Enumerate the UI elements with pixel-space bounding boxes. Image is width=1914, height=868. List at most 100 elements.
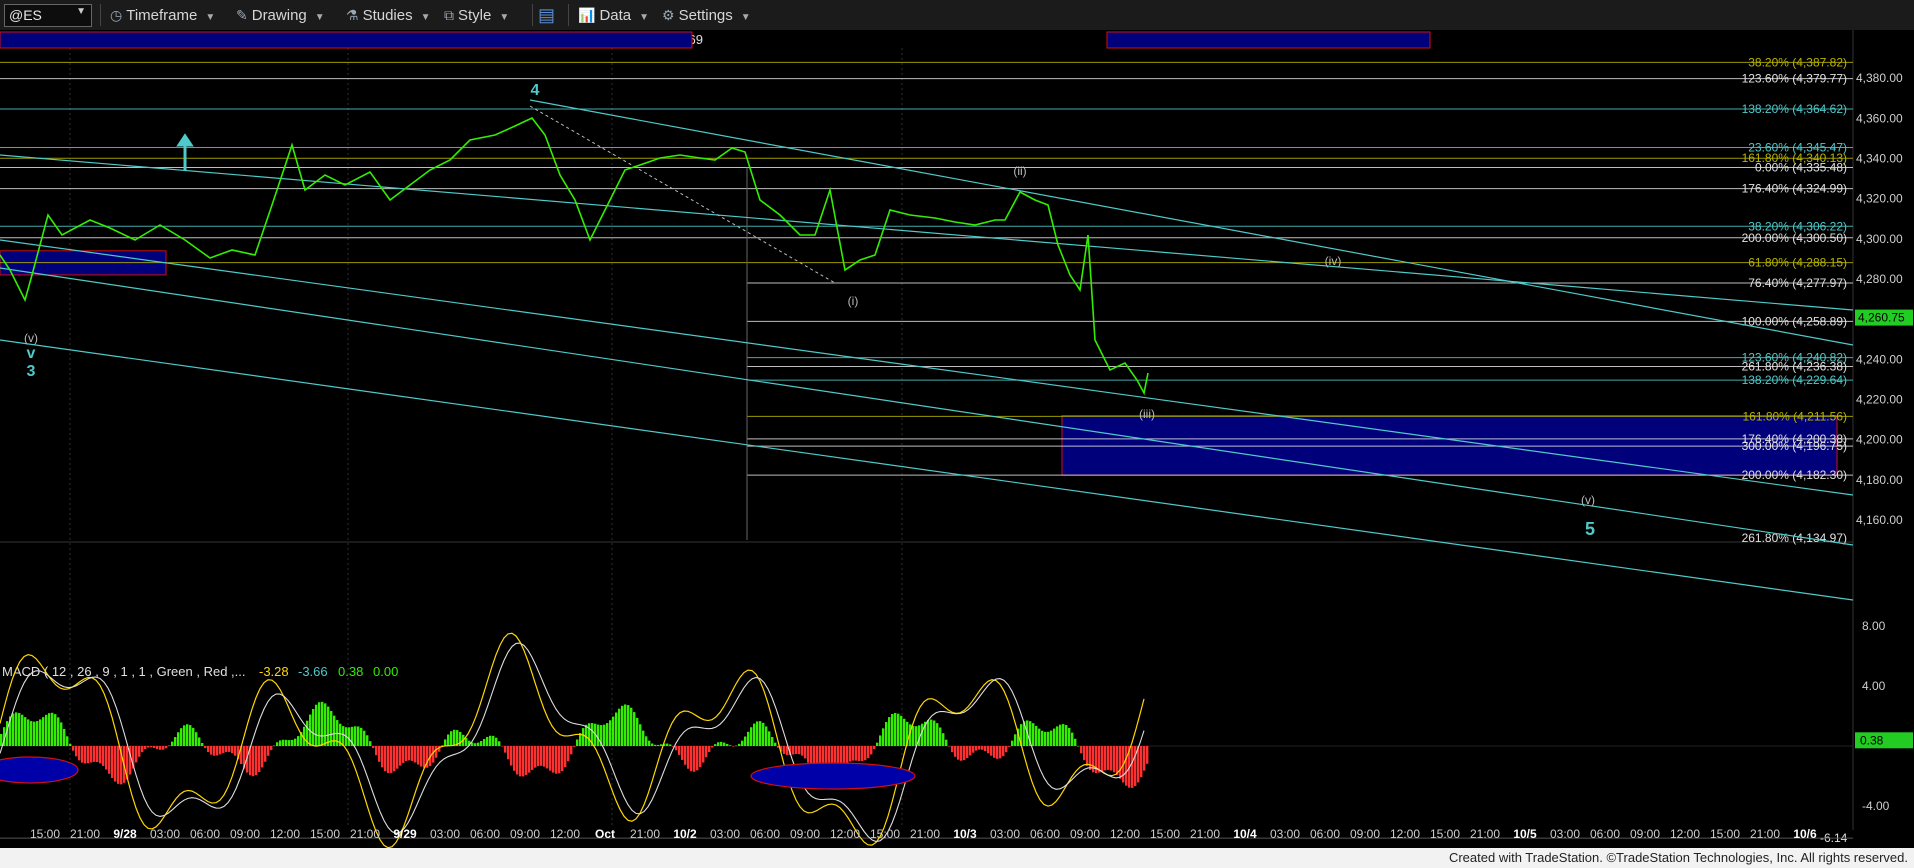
macd-histogram-bar: [501, 746, 504, 747]
macd-histogram-bar: [321, 701, 324, 746]
macd-histogram-bar: [255, 746, 258, 776]
macd-histogram-bar: [375, 746, 378, 756]
macd-histogram-bar: [39, 719, 42, 746]
macd-histogram-bar: [294, 738, 297, 746]
macd-value: -3.28: [259, 664, 289, 679]
macd-histogram-bar: [102, 746, 105, 766]
time-axis-tick: 21:00: [1190, 827, 1220, 841]
macd-histogram-bar: [108, 746, 111, 774]
price-axis-tick: 4,360.00: [1856, 111, 1903, 125]
time-axis-tick: 12:00: [1670, 827, 1700, 841]
macd-histogram-bar: [288, 740, 291, 746]
price-axis-tick: 4,200.00: [1856, 433, 1903, 447]
time-axis-tick: 03:00: [1270, 827, 1300, 841]
macd-histogram-bar: [681, 746, 684, 760]
macd-histogram-bar: [186, 724, 189, 746]
price-axis-tick: 4,380.00: [1856, 71, 1903, 85]
macd-histogram-bar: [90, 746, 93, 763]
data-button[interactable]: 📊 Data ▼: [578, 4, 649, 26]
macd-histogram-bar: [576, 739, 579, 746]
macd-histogram-bar: [969, 746, 972, 756]
macd-label: MACD ( 12 , 26 , 9 , 1 , 1 , Green , Red…: [2, 664, 246, 679]
macd-histogram-bar: [261, 746, 264, 768]
wave-label: 4: [531, 82, 540, 99]
macd-histogram-bar: [447, 734, 450, 746]
studies-button[interactable]: ⚗ Studies ▼: [346, 4, 431, 26]
settings-button[interactable]: ⚙ Settings ▼: [662, 4, 751, 26]
macd-histogram-bar: [1101, 746, 1104, 772]
fib-level-label: 61.80% (4,288.15): [1748, 256, 1847, 270]
macd-histogram-bar: [222, 746, 225, 753]
current-price-label: 4,260.75: [1858, 311, 1905, 325]
macd-histogram-bar: [1107, 746, 1110, 770]
macd-hist-value: 0.38: [1860, 733, 1884, 747]
macd-histogram-bar: [135, 746, 138, 763]
macd-histogram-bar: [738, 743, 741, 746]
macd-histogram-bar: [588, 723, 591, 746]
macd-histogram-bar: [63, 728, 66, 746]
macd-histogram-bar: [210, 746, 213, 755]
price-chart[interactable]: @ES - 5 min CME L=4,260.75 -63.50 -1.47%…: [0, 30, 1914, 868]
symbol-input[interactable]: [5, 5, 73, 24]
macd-histogram-bar: [513, 746, 516, 771]
macd-histogram-bar: [366, 735, 369, 746]
wave-label: 5: [1585, 519, 1595, 539]
time-axis-tick: 03:00: [710, 827, 740, 841]
macd-histogram-bar: [693, 746, 696, 772]
symbol-selector[interactable]: ▼: [4, 4, 92, 27]
time-axis-tick: 03:00: [990, 827, 1020, 841]
wave-label: (iv): [1325, 254, 1342, 268]
macd-histogram-bar: [750, 727, 753, 746]
macd-divergence-ellipse: [750, 762, 916, 790]
macd-histogram-bar: [96, 746, 99, 763]
macd-histogram-bar: [612, 716, 615, 746]
macd-histogram-bar: [723, 742, 726, 746]
macd-histogram-bar: [54, 714, 57, 746]
time-axis-tick: 06:00: [1590, 827, 1620, 841]
wave-label: (v): [24, 331, 38, 345]
macd-histogram-bar: [771, 736, 774, 746]
macd-histogram-bar: [1086, 746, 1089, 766]
layout-icon[interactable]: ▤: [538, 4, 555, 26]
macd-histogram-bar: [234, 746, 237, 756]
macd-histogram-bar: [315, 704, 318, 746]
macd-histogram-bar: [477, 742, 480, 746]
macd-histogram-bar: [369, 741, 372, 746]
time-axis-tick: 15:00: [870, 827, 900, 841]
macd-histogram-bar: [1044, 731, 1047, 746]
time-axis-tick: 12:00: [270, 827, 300, 841]
macd-histogram-bar: [1077, 745, 1080, 747]
macd-histogram-bar: [630, 707, 633, 746]
macd-histogram-bar: [402, 746, 405, 763]
macd-histogram-bar: [414, 746, 417, 763]
macd-histogram-bar: [990, 746, 993, 756]
macd-histogram-bar: [450, 731, 453, 746]
macd-divergence-ellipse: [0, 756, 79, 784]
macd-histogram-bar: [954, 746, 957, 757]
macd-histogram-bar: [504, 746, 507, 753]
chevron-down-icon[interactable]: ▼: [76, 6, 86, 17]
style-button[interactable]: ⧉ Style ▼: [444, 4, 509, 26]
timeframe-button[interactable]: ◷ Timeframe ▼: [110, 4, 215, 26]
macd-histogram-bar: [633, 712, 636, 746]
macd-histogram-bar: [228, 746, 231, 752]
macd-histogram-bar: [105, 746, 108, 770]
macd-histogram-bar: [1041, 730, 1044, 746]
time-axis-tick: 10/4: [1233, 827, 1257, 841]
macd-histogram-bar: [666, 743, 669, 746]
chevron-down-icon: ▼: [499, 12, 510, 23]
macd-histogram-bar: [753, 723, 756, 746]
macd-histogram-bar: [153, 746, 156, 749]
macd-histogram-bar: [21, 714, 24, 746]
macd-histogram-bar: [111, 746, 114, 779]
macd-histogram-bar: [660, 744, 663, 746]
drawing-button[interactable]: ✎ Drawing ▼: [236, 4, 325, 26]
macd-histogram-bar: [537, 746, 540, 767]
macd-histogram-bar: [1068, 727, 1071, 746]
macd-histogram-bar: [534, 746, 537, 768]
macd-histogram-bar: [378, 746, 381, 762]
macd-histogram-bar: [570, 746, 573, 755]
macd-histogram-bar: [942, 733, 945, 746]
macd-histogram-bar: [885, 722, 888, 746]
macd-histogram-bar: [498, 741, 501, 746]
